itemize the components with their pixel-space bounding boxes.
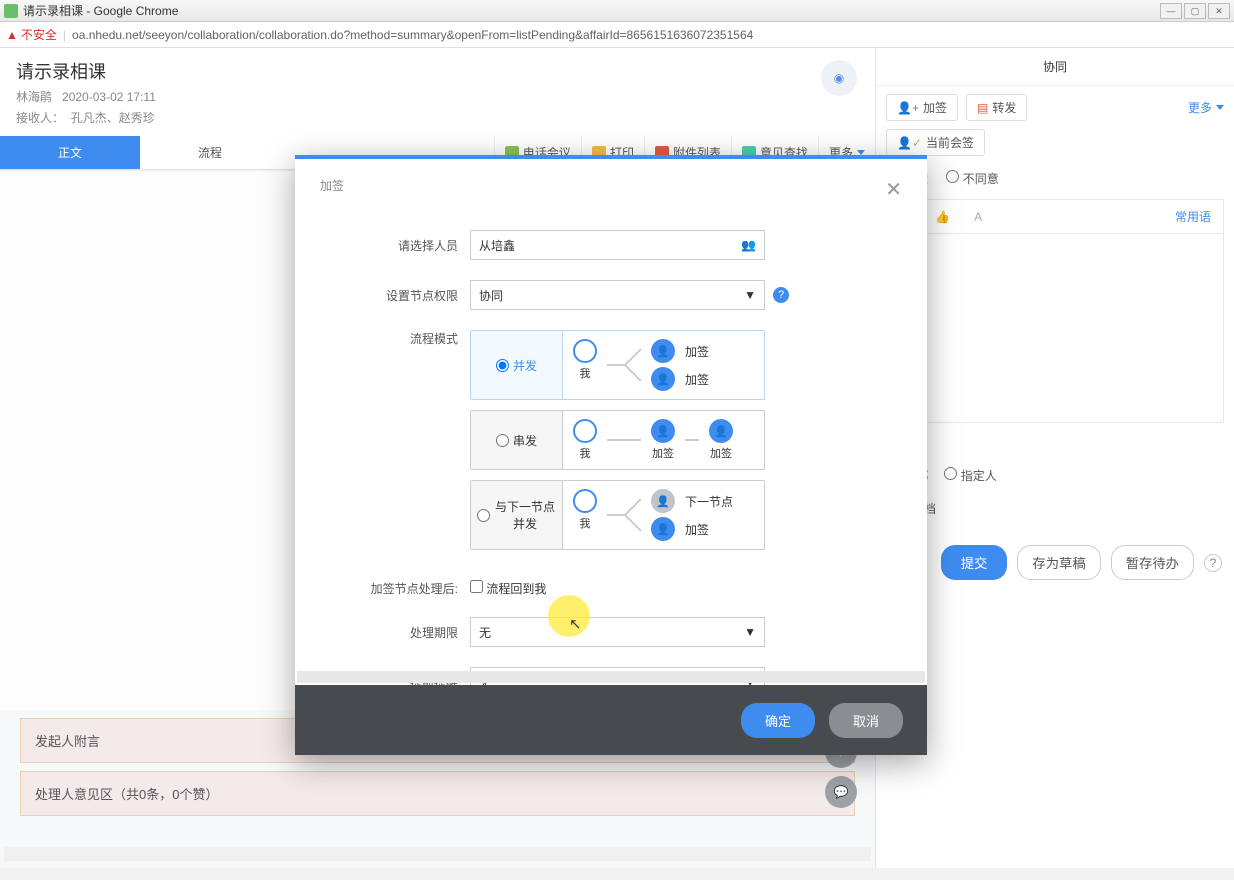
help-icon[interactable]: ? xyxy=(1204,554,1222,572)
window-titlebar: 请示录相课 - Google Chrome — ▢ ✕ xyxy=(0,0,1234,22)
person-plus-icon: 👤+ xyxy=(897,101,919,115)
help-icon[interactable]: ? xyxy=(773,287,789,303)
deadline-label: 处理期限 xyxy=(315,624,470,641)
serial-diagram: 我 👤加签 👤加签 xyxy=(563,411,764,469)
tab-flow[interactable]: 流程 xyxy=(140,136,280,169)
window-close[interactable]: ✕ xyxy=(1208,3,1230,19)
dropdown-icon: ▼ xyxy=(744,625,756,639)
people-picker-icon[interactable]: 👥 xyxy=(741,238,756,252)
mode-serial-radio[interactable]: 串发 xyxy=(471,411,563,469)
scope-assign-radio[interactable]: 指定人 xyxy=(944,467,996,484)
doc-datetime: 2020-03-02 17:11 xyxy=(62,90,156,104)
save-pending-button[interactable]: 暂存待办 xyxy=(1111,545,1194,580)
deadline-select[interactable]: 无 ▼ xyxy=(470,617,765,647)
url-bar: ▲ 不安全 | oa.nhedu.net/seeyon/collaboratio… xyxy=(0,22,1234,48)
window-maximize[interactable]: ▢ xyxy=(1184,3,1206,19)
person-value: 从培鑫 xyxy=(479,237,515,254)
forward-button[interactable]: ▤转发 xyxy=(966,94,1027,121)
select-person-label: 请选择人员 xyxy=(315,237,470,254)
modal-cancel-button[interactable]: 取消 xyxy=(829,703,903,738)
forward-icon: ▤ xyxy=(977,101,988,115)
mode-nextparallel-radio[interactable]: 与下一节点并发 xyxy=(471,481,563,549)
insecure-badge: ▲ 不安全 xyxy=(6,26,57,43)
perm-label: 设置节点权限 xyxy=(315,287,470,304)
favicon xyxy=(4,4,18,18)
like-icon[interactable]: 👍 xyxy=(935,210,950,224)
common-phrase-link[interactable]: 常用语 xyxy=(1175,208,1211,225)
right-panel-title: 协同 xyxy=(876,48,1234,86)
person-input[interactable]: 从培鑫 👥 xyxy=(470,230,765,260)
modal-close-button[interactable]: ✕ xyxy=(885,177,902,202)
right-more[interactable]: 更多 xyxy=(1188,99,1224,116)
flowmode-label: 流程模式 xyxy=(315,330,470,347)
tab-body[interactable]: 正文 xyxy=(0,136,140,169)
addsign-modal: 加签 ✕ 请选择人员 从培鑫 👥 设置节点权限 协同 ▼ ? 流程模式 并发 xyxy=(295,155,927,755)
handler-opinion-bar[interactable]: 处理人意见区（共0条，0个赞） xyxy=(20,771,855,816)
font-icon[interactable]: A xyxy=(974,210,982,224)
perm-select[interactable]: 协同 ▼ xyxy=(470,280,765,310)
dropdown-icon: ▼ xyxy=(744,288,756,302)
modal-ok-button[interactable]: 确定 xyxy=(741,703,815,738)
doc-author: 林海鹃 xyxy=(16,90,52,104)
modal-scrollbar[interactable] xyxy=(297,671,925,683)
disagree-radio[interactable]: 不同意 xyxy=(946,170,998,187)
nextparallel-diagram: 我 👤下一节点 👤加签 xyxy=(563,481,764,549)
save-draft-button[interactable]: 存为草稿 xyxy=(1017,545,1100,580)
return-to-me-checkbox[interactable]: 流程回到我 xyxy=(470,580,546,597)
current-meeting-button[interactable]: 👤✓当前会签 xyxy=(886,129,985,156)
chat-button[interactable]: 💬 xyxy=(825,776,857,808)
window-minimize[interactable]: — xyxy=(1160,3,1182,19)
receivers-label: 接收人： xyxy=(16,111,64,125)
award-badge-icon: ◉ xyxy=(821,60,857,96)
deadline-value: 无 xyxy=(479,624,491,641)
opinion-textarea[interactable] xyxy=(886,233,1224,423)
receivers: 孔凡杰、赵秀珍 xyxy=(71,111,155,125)
mode-parallel-radio[interactable]: 并发 xyxy=(471,331,563,399)
addsign-button[interactable]: 👤+加签 xyxy=(886,94,958,121)
parallel-diagram: 我 👤加签 👤加签 xyxy=(563,331,764,399)
perm-value: 协同 xyxy=(479,287,503,304)
cursor-icon: ↖ xyxy=(569,615,582,633)
after-label: 加签节点处理后: xyxy=(315,580,470,597)
doc-title: 请示录相课 xyxy=(16,58,859,84)
chevron-down-icon xyxy=(1216,105,1224,110)
doc-header: 请示录相课 林海鹃 2020-03-02 17:11 接收人： 孔凡杰、赵秀珍 … xyxy=(0,48,875,136)
url-text[interactable]: oa.nhedu.net/seeyon/collaboration/collab… xyxy=(72,28,753,42)
horizontal-scrollbar[interactable] xyxy=(4,847,871,861)
modal-title: 加签 xyxy=(320,177,344,202)
window-title: 请示录相课 - Google Chrome xyxy=(23,2,178,19)
person-check-icon: 👤✓ xyxy=(897,136,922,150)
submit-button[interactable]: 提交 xyxy=(941,545,1008,580)
